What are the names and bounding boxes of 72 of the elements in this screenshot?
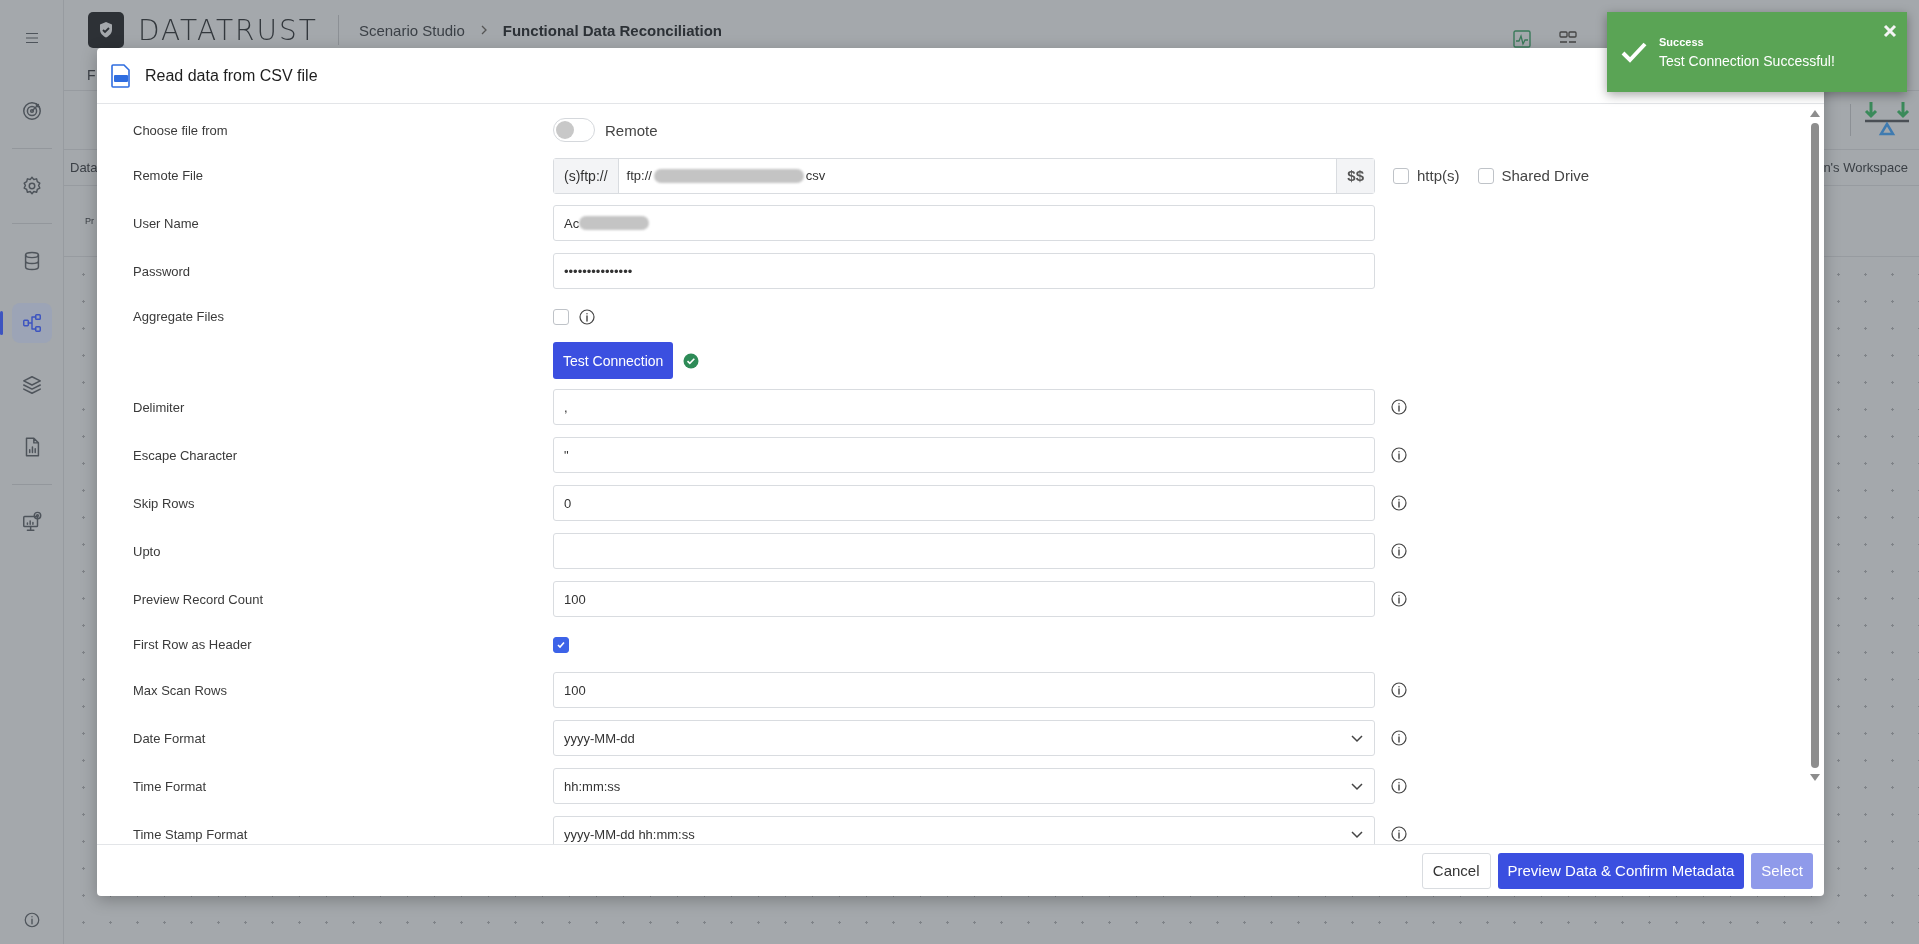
input-field[interactable]: 100: [553, 581, 1375, 617]
field-label: Password: [133, 263, 192, 279]
input-field[interactable]: 100: [553, 672, 1375, 708]
field-label: Date Format: [133, 730, 207, 746]
close-icon[interactable]: [1883, 24, 1897, 38]
info-icon[interactable]: [1391, 591, 1407, 607]
field-label: Max Scan Rows: [133, 682, 228, 698]
toast-message: Test Connection Successful!: [1659, 52, 1835, 69]
breadcrumb-item: Functional Data Reconciliation: [502, 21, 722, 39]
checkmark-icon: [1621, 41, 1647, 63]
checkbox[interactable]: [553, 308, 569, 325]
chart-icon[interactable]: [1511, 30, 1533, 48]
dropdown-field[interactable]: hh:mm:ss: [553, 768, 1375, 804]
info-icon[interactable]: [1391, 399, 1407, 415]
field-value: csv: [805, 168, 826, 183]
field-label: Remote File: [133, 168, 205, 183]
field-label: Time Stamp Format: [133, 826, 249, 842]
breadcrumb-item[interactable]: Scenario Studio: [358, 21, 465, 39]
dialog-button[interactable]: Preview Data & Confirm Metadata: [1497, 852, 1745, 889]
field-label: Delimiter: [133, 399, 186, 415]
variable-button[interactable]: $$: [1336, 158, 1374, 193]
field-label: User Name: [133, 215, 200, 231]
input-field[interactable]: ": [553, 437, 1375, 473]
info-icon[interactable]: [1391, 682, 1407, 698]
field-label: Escape Character: [133, 447, 239, 463]
checkbox[interactable]: [1393, 167, 1409, 184]
csv-file-icon: [111, 63, 131, 88]
dialog-button[interactable]: Cancel: [1421, 852, 1491, 889]
input-field[interactable]: 0: [553, 485, 1375, 521]
check-icon: [556, 639, 566, 650]
scroll-down-icon[interactable]: [1810, 774, 1820, 781]
brand-name: DATATRUST: [138, 13, 318, 47]
info-icon[interactable]: [1391, 495, 1407, 511]
tab-label[interactable]: F: [87, 67, 96, 83]
field-value: ftp://: [626, 168, 652, 183]
dropdown-field[interactable]: yyyy-MM-dd: [553, 720, 1375, 756]
info-icon[interactable]: [1391, 543, 1407, 559]
field-label: Upto: [133, 543, 162, 559]
info-icon[interactable]: [1391, 730, 1407, 746]
input-field[interactable]: Ac: [553, 205, 1375, 241]
checkbox[interactable]: [553, 636, 569, 653]
flow-icon[interactable]: [11, 303, 52, 343]
dropdown-field[interactable]: yyyy-MM-dd hh:mm:ss: [553, 816, 1375, 844]
checkbox-label: Shared Drive: [1501, 167, 1590, 184]
checkbox-label: http(s): [1417, 167, 1460, 184]
remote-file-field[interactable]: (s)ftp:// ftp:// csv $$: [553, 157, 1375, 194]
row-label: Pr: [85, 216, 94, 226]
toggle-label: Remote: [605, 121, 658, 139]
info-icon[interactable]: [1391, 826, 1407, 842]
field-label: First Row as Header: [133, 637, 253, 652]
input-field[interactable]: ,: [553, 389, 1375, 425]
protocol-prefix: (s)ftp://: [554, 158, 619, 193]
field-label: Aggregate Files: [133, 309, 226, 324]
field-label: Choose file from: [133, 122, 229, 138]
workspace-label: n's Workspace: [1823, 160, 1908, 175]
tab-label[interactable]: Data: [70, 160, 98, 175]
dialog-title: Read data from CSV file: [145, 66, 318, 85]
selection-indicator: [0, 311, 3, 335]
field-label: Time Format: [133, 778, 208, 794]
info-icon[interactable]: [1391, 447, 1407, 463]
test-connection-button[interactable]: Test Connection: [553, 342, 674, 379]
shield-logo-icon: [88, 12, 124, 48]
scroll-up-icon[interactable]: [1810, 110, 1820, 117]
field-label: Skip Rows: [133, 495, 196, 511]
toggle-switch[interactable]: [553, 118, 595, 142]
field-label: Preview Record Count: [133, 591, 265, 607]
info-icon[interactable]: [579, 308, 595, 325]
input-field[interactable]: •••••••••••••••: [553, 253, 1375, 289]
checkbox[interactable]: [1477, 167, 1494, 184]
toast-title: Success: [1659, 35, 1705, 48]
info-icon[interactable]: [1391, 778, 1407, 794]
input-field[interactable]: [553, 533, 1375, 569]
